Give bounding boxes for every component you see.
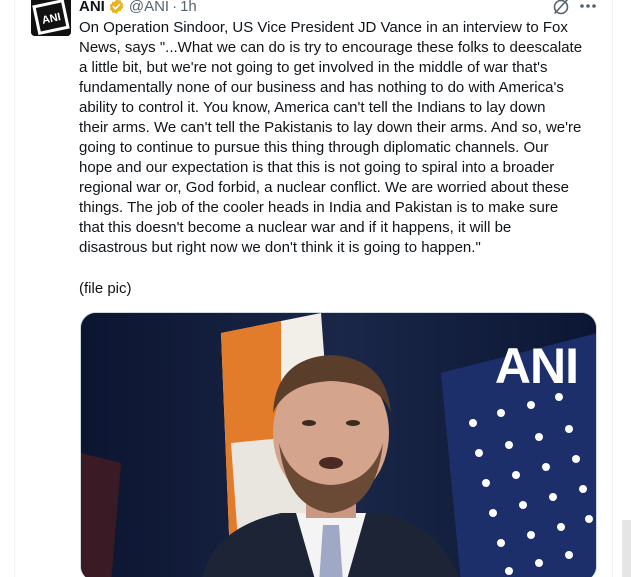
tweet-text-line: that this doesn't become a nuclear war a… bbox=[79, 219, 512, 236]
scrollbar-thumb[interactable] bbox=[622, 520, 631, 577]
tweet-text-line: hope and our expectation is that this is… bbox=[79, 159, 555, 176]
tweet-text-line: going to continue to pursue this thing t… bbox=[79, 139, 549, 156]
author-handle[interactable]: @ANI bbox=[129, 0, 169, 15]
tweet-text-line: a little bit, but we're not going to get… bbox=[79, 59, 548, 76]
verified-badge-icon bbox=[108, 0, 125, 15]
tweet-text-line: their arms. We can't tell the Pakistanis… bbox=[79, 119, 582, 136]
tweet-text-line: ability to control it. You know, America… bbox=[79, 99, 546, 116]
media-watermark: ANI bbox=[494, 338, 579, 394]
tweet-text-line: things. The job of the cooler heads in I… bbox=[79, 199, 559, 216]
separator-dot: · bbox=[172, 0, 178, 15]
tweet-text-line: News, says "...What we can do is try to … bbox=[79, 39, 583, 56]
tweet-text: On Operation Sindoor, US Vice President … bbox=[79, 18, 609, 258]
tweet-text-line: disastrous but right now we don't think … bbox=[79, 239, 481, 256]
tweet-header: ANI @ANI · 1h bbox=[79, 0, 197, 16]
card-left-border bbox=[14, 0, 15, 577]
tweet-media-image[interactable]: ANI bbox=[80, 312, 597, 577]
tweet-time[interactable]: 1h bbox=[180, 0, 197, 15]
tweet-text-line: On Operation Sindoor, US Vice President … bbox=[79, 19, 568, 36]
tweet-text-line: fundamentally none of our business and h… bbox=[79, 79, 564, 96]
tweet-text-line: regional war or, God forbid, a nuclear c… bbox=[79, 179, 569, 196]
more-icon[interactable] bbox=[577, 0, 599, 16]
file-pic-note: (file pic) bbox=[79, 280, 132, 297]
card-right-border bbox=[612, 0, 613, 577]
grok-icon[interactable] bbox=[551, 0, 571, 16]
avatar[interactable]: ANI bbox=[31, 0, 71, 36]
author-name[interactable]: ANI bbox=[79, 0, 105, 15]
